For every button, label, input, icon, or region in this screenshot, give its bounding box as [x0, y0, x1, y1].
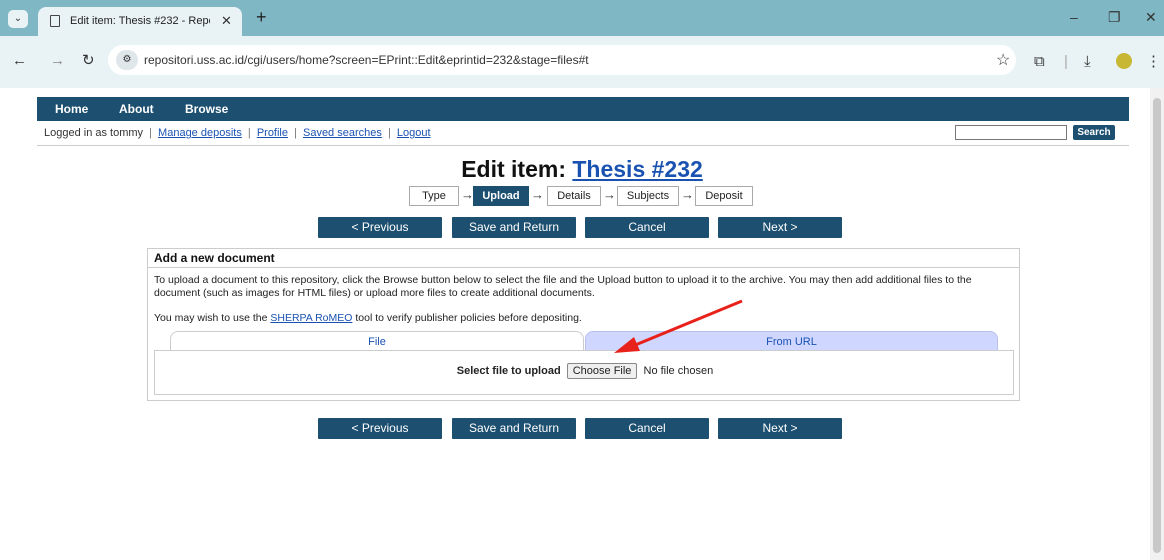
logout-link[interactable]: Logout [397, 127, 431, 139]
tab-file[interactable]: File [170, 331, 584, 351]
browser-toolbar: ← → ↻ ⚙ repositori.uss.ac.id/cgi/users/h… [0, 36, 1164, 88]
save-and-return-button-bottom[interactable]: Save and Return [452, 418, 576, 439]
stage-upload[interactable]: Upload [473, 186, 529, 206]
new-tab-icon[interactable]: + [256, 8, 267, 26]
next-button-bottom[interactable]: Next > [718, 418, 842, 439]
logged-in-text: Logged in as tommy [44, 127, 144, 139]
bookmark-star-icon[interactable]: ☆ [996, 50, 1010, 70]
profile-link[interactable]: Profile [257, 127, 288, 139]
tab-search-icon[interactable]: ⌄ [8, 10, 28, 28]
sherpa-note: You may wish to use the SHERPA RoMEO too… [154, 312, 582, 324]
cancel-button[interactable]: Cancel [585, 217, 709, 238]
site-menu-bar: Home About Browse [37, 97, 1129, 121]
manage-deposits-link[interactable]: Manage deposits [158, 127, 242, 139]
title-prefix: Edit item: [461, 156, 566, 182]
site-info-icon[interactable]: ⚙ [116, 50, 138, 70]
reload-icon[interactable]: ↻ [82, 53, 95, 68]
title-item-link[interactable]: Thesis #232 [572, 156, 702, 182]
next-button[interactable]: Next > [718, 217, 842, 238]
stage-deposit[interactable]: Deposit [695, 186, 753, 206]
address-bar[interactable]: ⚙ repositori.uss.ac.id/cgi/users/home?sc… [108, 45, 1016, 75]
save-and-return-button[interactable]: Save and Return [452, 217, 576, 238]
more-menu-icon[interactable]: ⋮ [1146, 54, 1161, 69]
search-input[interactable] [955, 125, 1067, 140]
saved-searches-link[interactable]: Saved searches [303, 127, 382, 139]
menu-about[interactable]: About [119, 102, 154, 116]
upload-box: Select file to upload Choose File No fil… [154, 350, 1014, 395]
separator: | [387, 127, 391, 139]
close-window-icon[interactable]: ✕ [1145, 9, 1157, 26]
close-tab-icon[interactable]: ✕ [221, 13, 232, 29]
sherpa-pre: You may wish to use the [154, 312, 268, 324]
no-file-chosen-text: No file chosen [643, 365, 714, 377]
tab-title: Edit item: Thesis #232 - Reposit [70, 15, 210, 27]
upload-row: Select file to upload Choose File No fil… [155, 363, 1015, 379]
browser-tab-bar: ⌄ Edit item: Thesis #232 - Reposit ✕ + –… [0, 0, 1164, 36]
toolbar-divider: | [1064, 53, 1068, 70]
stage-arrow-icon: → [681, 187, 694, 202]
search-button[interactable]: Search [1073, 125, 1115, 140]
extensions-icon[interactable]: ⧉ [1034, 54, 1045, 69]
sherpa-romeo-link[interactable]: SHERPA RoMEO [270, 312, 352, 324]
login-bar: Logged in as tommy | Manage deposits | P… [37, 121, 1129, 146]
document-icon [50, 15, 60, 27]
forward-icon[interactable]: → [50, 53, 65, 68]
menu-browse[interactable]: Browse [185, 102, 228, 116]
minimize-icon[interactable]: – [1070, 9, 1078, 25]
previous-button[interactable]: < Previous [318, 217, 442, 238]
previous-button-bottom[interactable]: < Previous [318, 418, 442, 439]
sherpa-post: tool to verify publisher policies before… [355, 312, 582, 324]
upload-label: Select file to upload [456, 365, 561, 377]
separator: | [149, 127, 152, 139]
cancel-button-bottom[interactable]: Cancel [585, 418, 709, 439]
browser-tab[interactable]: Edit item: Thesis #232 - Reposit ✕ [38, 7, 242, 36]
page-title: Edit item: Thesis #232 [0, 156, 1164, 183]
panel-heading: Add a new document [148, 249, 1019, 268]
upload-instructions: To upload a document to this repository,… [154, 274, 972, 299]
separator: | [294, 127, 297, 139]
stage-subjects[interactable]: Subjects [617, 186, 679, 206]
profile-avatar[interactable] [1116, 53, 1132, 69]
add-document-panel: Add a new document To upload a document … [147, 248, 1020, 401]
choose-file-button[interactable]: Choose File [566, 363, 638, 379]
annotation-arrow-icon [614, 299, 743, 353]
url-text[interactable]: repositori.uss.ac.id/cgi/users/home?scre… [144, 53, 589, 67]
back-icon[interactable]: ← [12, 53, 27, 68]
separator: | [247, 127, 251, 139]
maximize-icon[interactable]: ❐ [1108, 9, 1121, 26]
stage-arrow-icon: → [603, 187, 616, 202]
stage-type[interactable]: Type [409, 186, 459, 206]
stage-details[interactable]: Details [547, 186, 601, 206]
download-icon[interactable]: ⤓ [1084, 54, 1091, 69]
stage-arrow-icon: → [531, 187, 544, 202]
menu-home[interactable]: Home [55, 102, 88, 116]
